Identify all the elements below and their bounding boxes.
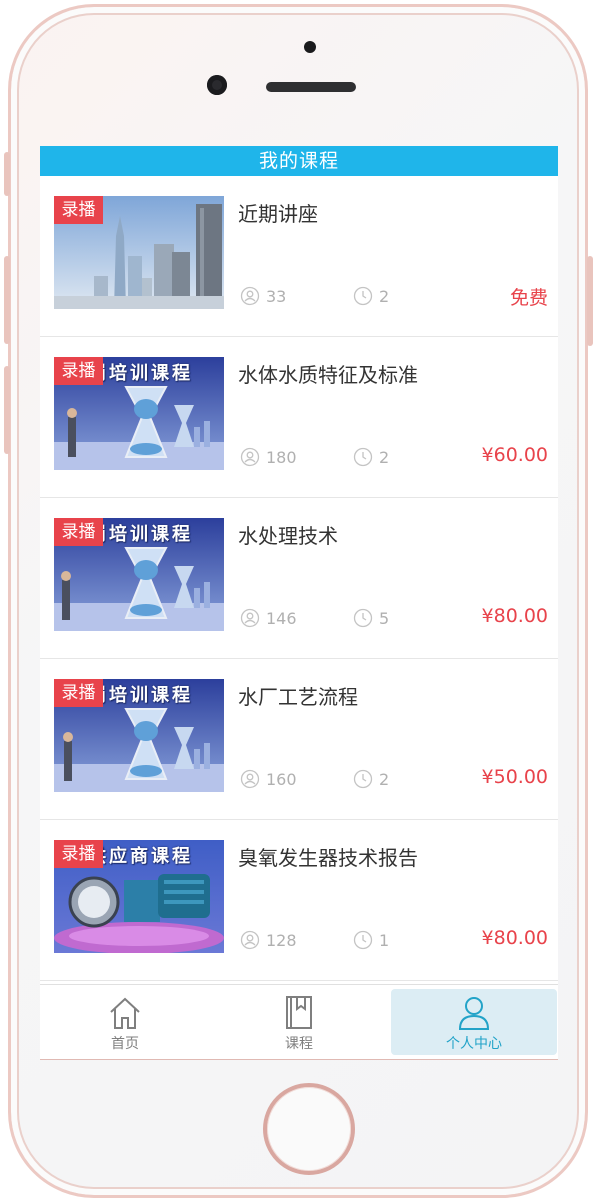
mute-switch (4, 152, 10, 196)
lesson-count-value: 5 (379, 608, 390, 628)
volume-down-button (4, 366, 10, 454)
lesson-count: 2 (353, 769, 389, 789)
app-screen: 我的课程 录播 近期讲座 33 2 免费 岗培训课程 录播 水体水质特征及标准 … (40, 146, 558, 1060)
course-thumbnail: 供应商课程 录播 (54, 840, 224, 953)
course-thumbnail: 录播 (54, 196, 224, 309)
banner-text: 岗培训课程 (88, 363, 193, 384)
record-badge: 录播 (54, 840, 103, 868)
student-count: 33 (240, 286, 286, 306)
lesson-count-value: 2 (379, 769, 390, 789)
lesson-count: 2 (353, 447, 389, 467)
tab-courses[interactable]: 课程 (216, 989, 382, 1055)
lesson-count-value: 2 (379, 286, 390, 306)
record-badge: 录播 (54, 357, 103, 385)
front-camera (207, 75, 227, 95)
course-item[interactable]: 岗培训课程 录播 水厂工艺流程 160 2 ¥50.00 (40, 659, 558, 820)
banner-text: 岗培训课程 (88, 685, 193, 706)
user-icon (458, 997, 490, 1030)
student-count-value: 128 (266, 930, 297, 950)
tab-label: 个人中心 (446, 1036, 502, 1052)
course-thumbnail: 岗培训课程 录播 (54, 518, 224, 631)
tab-label: 课程 (285, 1036, 313, 1052)
record-badge: 录播 (54, 196, 103, 224)
student-count-value: 160 (266, 769, 297, 789)
course-title: 近期讲座 (238, 202, 318, 226)
home-button[interactable] (263, 1083, 355, 1175)
lesson-count: 5 (353, 608, 389, 628)
record-badge: 录播 (54, 518, 103, 546)
lesson-count: 2 (353, 286, 389, 306)
student-count: 146 (240, 608, 297, 628)
course-price: ¥80.00 (481, 927, 548, 949)
page-title: 我的课程 (40, 146, 558, 176)
course-item[interactable]: 供应商课程 录播 臭氧发生器技术报告 128 1 ¥80.00 (40, 820, 558, 981)
user-icon (240, 930, 260, 950)
power-button (587, 256, 593, 346)
user-icon (240, 286, 260, 306)
clock-icon (353, 769, 373, 789)
student-count-value: 146 (266, 608, 297, 628)
lesson-count-value: 1 (379, 930, 390, 950)
banner-text: 岗培训课程 (88, 524, 193, 545)
student-count: 128 (240, 930, 297, 950)
course-item[interactable]: 岗培训课程 录播 水处理技术 146 5 ¥80.00 (40, 498, 558, 659)
clock-icon (353, 608, 373, 628)
student-count-value: 180 (266, 447, 297, 467)
course-price: ¥60.00 (481, 444, 548, 466)
user-icon (240, 769, 260, 789)
course-title: 臭氧发生器技术报告 (238, 846, 418, 870)
lesson-count: 1 (353, 930, 389, 950)
course-item[interactable]: 岗培训课程 录播 水体水质特征及标准 180 2 ¥60.00 (40, 337, 558, 498)
student-count: 160 (240, 769, 297, 789)
course-item[interactable]: 录播 近期讲座 33 2 免费 (40, 176, 558, 337)
course-price: ¥50.00 (481, 766, 548, 788)
course-price: 免费 (509, 287, 548, 309)
clock-icon (353, 930, 373, 950)
tab-label: 首页 (111, 1036, 139, 1052)
earpiece-speaker (266, 82, 356, 92)
course-title: 水厂工艺流程 (238, 685, 358, 709)
student-count-value: 33 (266, 286, 287, 306)
course-price: ¥80.00 (481, 605, 548, 627)
course-title: 水体水质特征及标准 (238, 363, 418, 387)
student-count: 180 (240, 447, 297, 467)
course-thumbnail: 岗培训课程 录播 (54, 357, 224, 470)
home-icon (110, 997, 140, 1029)
camera-dot (304, 41, 316, 53)
volume-up-button (4, 256, 10, 344)
course-title: 水处理技术 (238, 524, 338, 548)
bottom-tab-bar: 首页 课程 个人中心 (40, 984, 558, 1060)
tab-profile[interactable]: 个人中心 (391, 989, 557, 1055)
record-badge: 录播 (54, 679, 103, 707)
clock-icon (353, 286, 373, 306)
lesson-count-value: 2 (379, 447, 390, 467)
course-thumbnail: 岗培训课程 录播 (54, 679, 224, 792)
user-icon (240, 608, 260, 628)
book-icon (286, 996, 312, 1029)
tab-home[interactable]: 首页 (42, 989, 208, 1055)
banner-text: 供应商课程 (88, 846, 193, 867)
clock-icon (353, 447, 373, 467)
user-icon (240, 447, 260, 467)
